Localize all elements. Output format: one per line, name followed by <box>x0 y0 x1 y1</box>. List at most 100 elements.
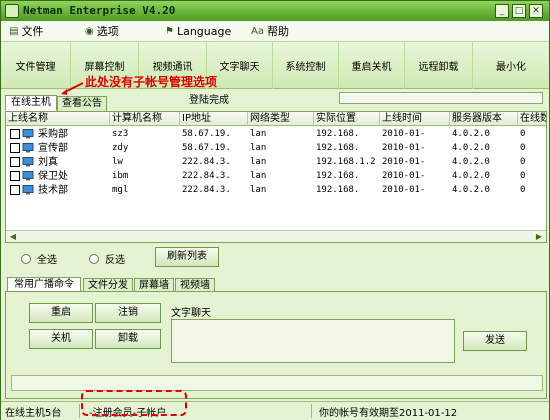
tab-view-notice[interactable]: 查看公告 <box>57 96 107 112</box>
login-status: 登陆完成 <box>189 95 229 106</box>
cell-count: 0 <box>520 157 526 167</box>
cell-count: 0 <box>520 129 526 139</box>
menu-bar: ▤ 文件 ◉ 选项 ⚑ Language Aa 帮助 <box>1 21 549 41</box>
message-bar <box>11 375 543 391</box>
toolbar-minimize[interactable]: 最小化 <box>473 42 549 89</box>
toolbar-restart-shutdown[interactable]: 重启关机 <box>339 42 405 89</box>
cell-network: lan <box>250 171 267 181</box>
cell-network: lan <box>250 185 267 195</box>
cell-computer: sz3 <box>112 129 129 139</box>
col-computer-name[interactable]: 计算机名称 <box>110 112 180 126</box>
cell-version: 4.0.2.0 <box>452 129 490 139</box>
table-row[interactable]: 宣传部 zdy 58.67.19. lan 192.168. 2010-01- … <box>6 142 546 155</box>
scroll-right-icon[interactable]: ▶ <box>534 232 544 241</box>
send-button[interactable]: 发送 <box>463 331 527 351</box>
computer-icon <box>22 157 34 167</box>
menu-help-label: 帮助 <box>266 25 289 38</box>
computer-icon <box>22 171 34 181</box>
col-online-name[interactable]: 上线名称 <box>6 112 110 126</box>
scroll-left-icon[interactable]: ◀ <box>8 232 18 241</box>
radio-icon <box>89 253 99 264</box>
annotation-highlight-box <box>81 390 187 416</box>
invert-selection-radio[interactable]: 反选 <box>89 251 125 266</box>
help-icon: Aa <box>251 25 264 37</box>
col-ip[interactable]: IP地址 <box>180 112 248 126</box>
cell-name: 采购部 <box>38 129 68 140</box>
shutdown-button[interactable]: 关机 <box>29 329 93 349</box>
table-row[interactable]: 保卫处 ibm 222.84.3. lan 192.168. 2010-01- … <box>6 170 546 183</box>
computer-icon <box>22 143 34 153</box>
status-account-expiry: 你的帐号有效期至2011-01-12 <box>319 408 458 419</box>
cell-name: 宣传部 <box>38 143 68 154</box>
col-server-version[interactable]: 服务器版本 <box>450 112 518 126</box>
table-row[interactable]: 采购部 sz3 58.67.19. lan 192.168. 2010-01- … <box>6 128 546 141</box>
row-checkbox[interactable] <box>10 143 20 153</box>
maximize-button[interactable]: □ <box>512 4 526 18</box>
col-online-count[interactable]: 在线数 <box>518 112 546 126</box>
cell-location: 192.168.1.2 <box>316 157 376 167</box>
select-all-radio[interactable]: 全选 <box>21 251 57 266</box>
cell-computer: mgl <box>112 185 129 195</box>
toolbar-system-control[interactable]: 系统控制 <box>273 42 339 89</box>
menu-help[interactable]: Aa 帮助 <box>251 24 289 38</box>
cell-name: 技术部 <box>38 185 68 196</box>
cell-time: 2010-01- <box>382 157 426 167</box>
select-all-label: 全选 <box>37 255 57 266</box>
cell-ip: 222.84.3. <box>182 171 231 181</box>
col-online-time[interactable]: 上线时间 <box>380 112 450 126</box>
menu-file-label: 文件 <box>21 25 44 38</box>
close-button[interactable]: ✕ <box>529 4 543 18</box>
cell-count: 0 <box>520 185 526 195</box>
row-checkbox[interactable] <box>10 157 20 167</box>
invert-label: 反选 <box>105 255 125 266</box>
col-location[interactable]: 实际位置 <box>314 112 380 126</box>
status-separator <box>79 404 80 418</box>
menu-options-label: 选项 <box>96 25 119 38</box>
cell-location: 192.168. <box>316 171 360 181</box>
restart-button[interactable]: 重启 <box>29 303 93 323</box>
row-checkbox[interactable] <box>10 185 20 195</box>
row-checkbox[interactable] <box>10 129 20 139</box>
host-table: 上线名称 计算机名称 IP地址 网络类型 实际位置 上线时间 服务器版本 在线数… <box>5 111 547 243</box>
cell-time: 2010-01- <box>382 185 426 195</box>
refresh-list-button[interactable]: 刷新列表 <box>155 247 219 267</box>
cell-time: 2010-01- <box>382 143 426 153</box>
options-icon: ◉ <box>85 25 94 37</box>
computer-icon <box>22 129 34 139</box>
window-title: Netman Enterprise V4.20 <box>23 4 176 17</box>
cell-version: 4.0.2.0 <box>452 185 490 195</box>
cell-count: 0 <box>520 143 526 153</box>
cell-network: lan <box>250 157 267 167</box>
chat-input[interactable] <box>171 319 455 363</box>
cell-location: 192.168. <box>316 143 360 153</box>
row-checkbox[interactable] <box>10 171 20 181</box>
menu-language-label: Language <box>176 24 232 38</box>
app-logo-icon <box>5 4 19 18</box>
minimize-button[interactable]: _ <box>495 4 509 18</box>
title-bar[interactable]: Netman Enterprise V4.20 _ □ ✕ <box>1 1 549 21</box>
cell-count: 0 <box>520 171 526 181</box>
radio-icon <box>21 253 31 264</box>
toolbar-remote-uninstall[interactable]: 远程卸载 <box>405 42 473 89</box>
menu-file[interactable]: ▤ 文件 <box>9 24 43 38</box>
app-window: Netman Enterprise V4.20 _ □ ✕ ▤ 文件 ◉ 选项 … <box>0 0 550 420</box>
cell-ip: 222.84.3. <box>182 185 231 195</box>
horizontal-scrollbar[interactable]: ◀ ▶ <box>6 230 546 242</box>
cell-ip: 58.67.19. <box>182 143 231 153</box>
cell-version: 4.0.2.0 <box>452 171 490 181</box>
col-network-type[interactable]: 网络类型 <box>248 112 314 126</box>
logout-button[interactable]: 注销 <box>95 303 161 323</box>
cell-version: 4.0.2.0 <box>452 157 490 167</box>
cell-time: 2010-01- <box>382 129 426 139</box>
menu-options[interactable]: ◉ 选项 <box>85 24 119 38</box>
uninstall-button[interactable]: 卸载 <box>95 329 161 349</box>
cell-computer: lw <box>112 157 123 167</box>
cell-network: lan <box>250 143 267 153</box>
tab-online-hosts[interactable]: 在线主机 <box>5 95 57 111</box>
table-row[interactable]: 刘真 lw 222.84.3. lan 192.168.1.2 2010-01-… <box>6 156 546 169</box>
table-row[interactable]: 技术部 mgl 222.84.3. lan 192.168. 2010-01- … <box>6 184 546 197</box>
language-icon: ⚑ <box>165 25 174 37</box>
menu-language[interactable]: ⚑ Language <box>165 24 231 38</box>
status-online-hosts: 在线主机5台 <box>5 408 62 419</box>
cell-computer: ibm <box>112 171 129 181</box>
